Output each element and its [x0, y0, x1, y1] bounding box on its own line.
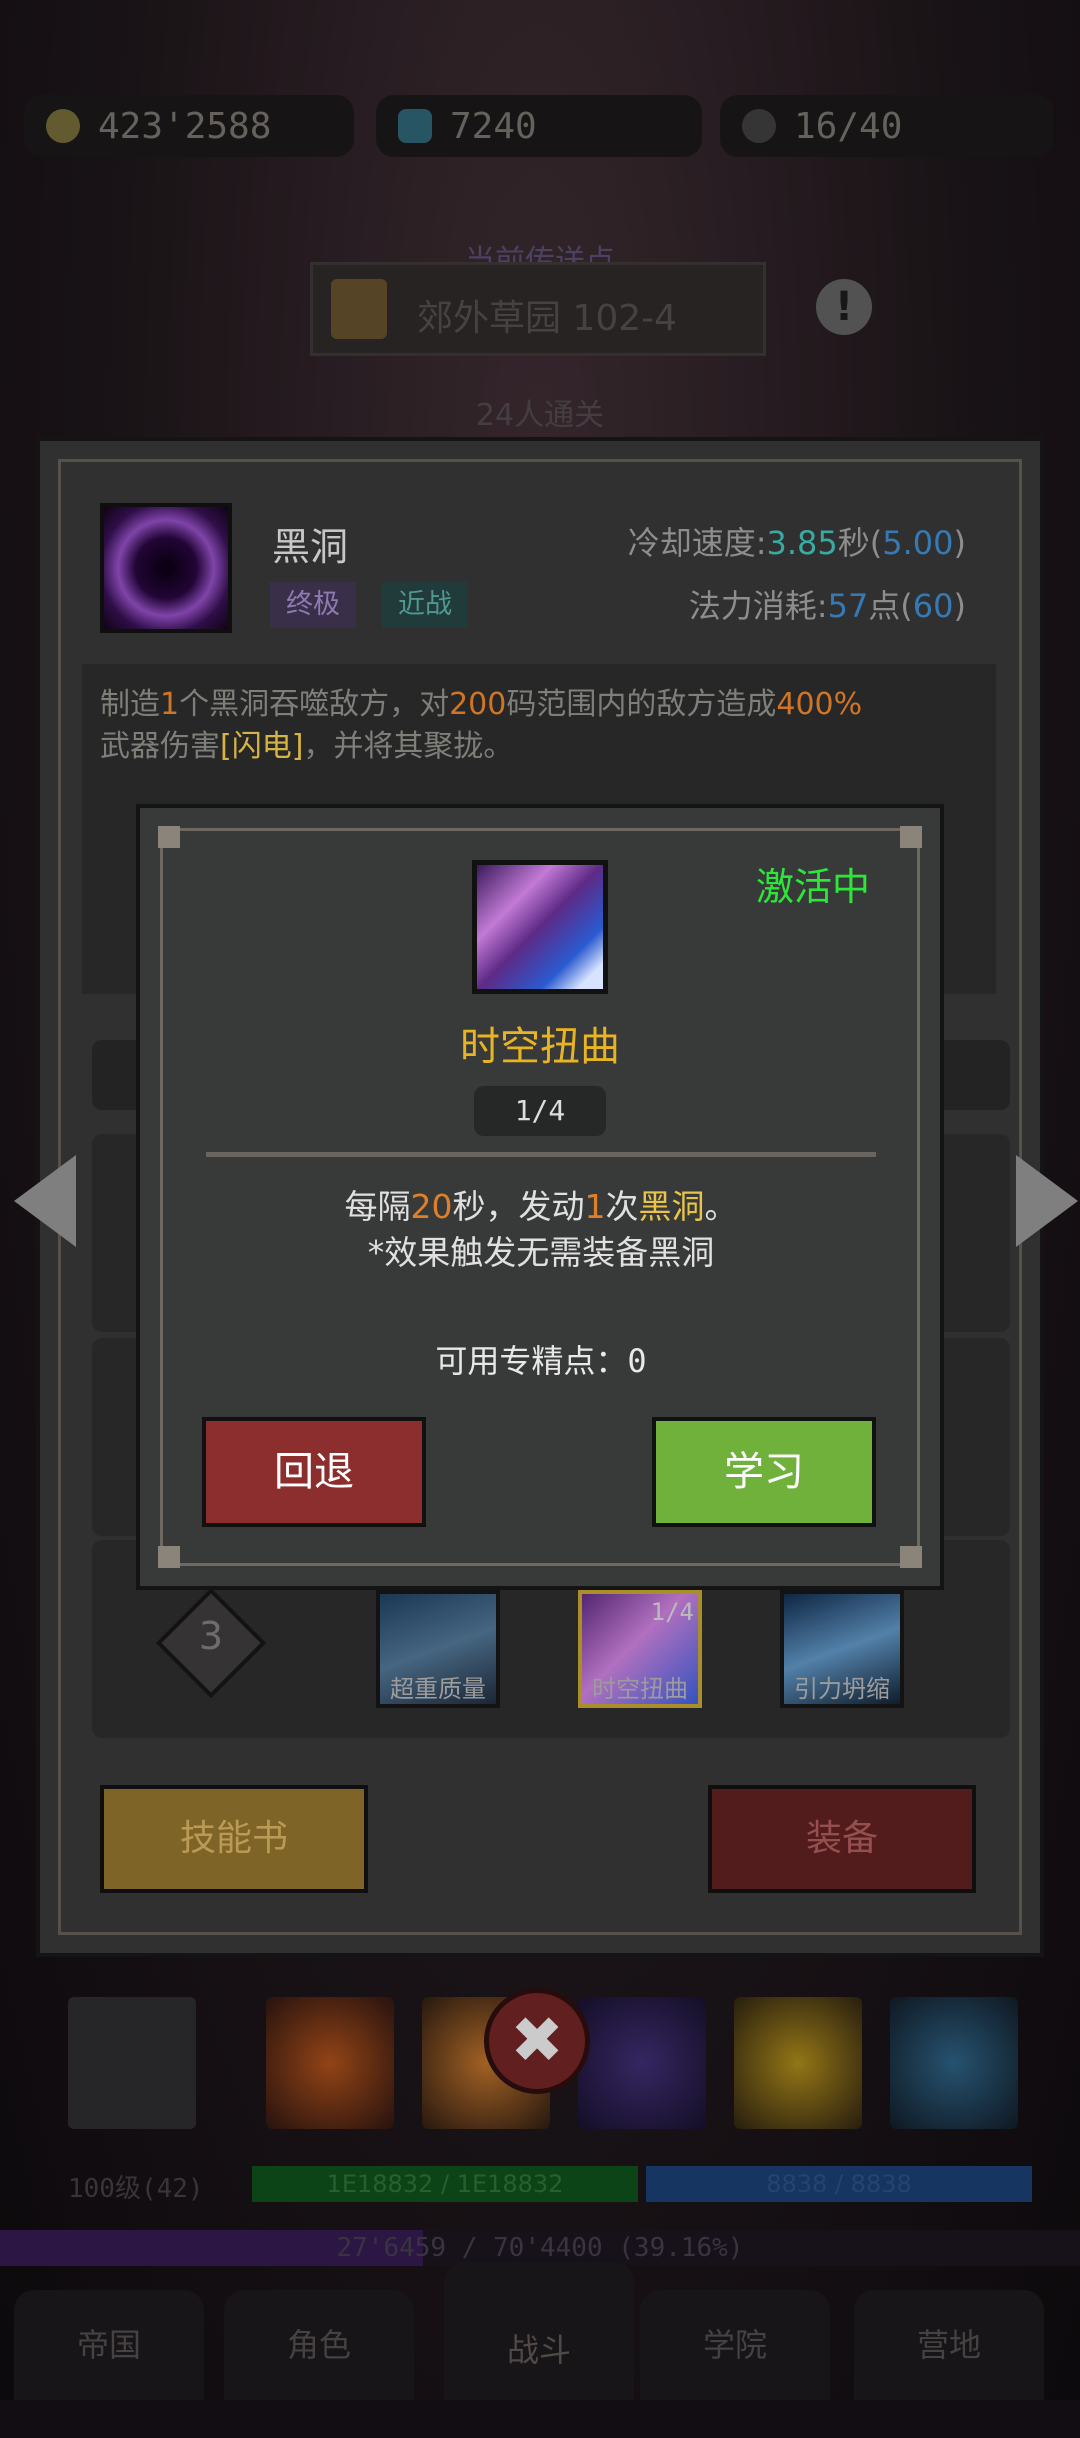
available-points: 可用专精点：0	[206, 1336, 876, 1382]
effect-text: 次	[605, 1187, 639, 1226]
learn-button[interactable]: 学习	[652, 1417, 876, 1527]
talent-note: *效果触发无需装备黑洞	[367, 1233, 715, 1272]
talent-effect: 每隔20秒，发动1次黑洞。	[206, 1180, 876, 1228]
talent-level: 1/4	[474, 1086, 606, 1136]
back-button[interactable]: 回退	[202, 1417, 426, 1527]
time-warp-talent-icon	[472, 860, 608, 994]
effect-interval: 20	[410, 1187, 453, 1226]
effect-text: 秒，发动	[452, 1187, 585, 1226]
status-active: 激活中	[756, 865, 871, 909]
effect-text: 每隔	[344, 1187, 411, 1226]
points-value: 0	[627, 1342, 647, 1380]
points-label: 可用专精点：	[435, 1342, 628, 1380]
talent-name: 时空扭曲	[460, 1024, 620, 1070]
divider	[206, 1152, 876, 1157]
effect-text: 。	[704, 1187, 738, 1226]
effect-skill: 黑洞	[638, 1187, 705, 1226]
effect-count: 1	[584, 1187, 606, 1226]
